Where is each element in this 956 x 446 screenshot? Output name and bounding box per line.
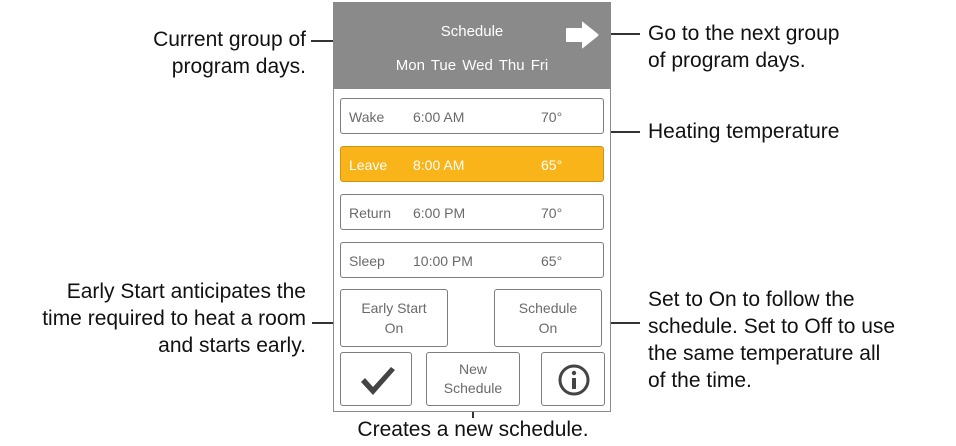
annotation-line: of program days. — [648, 49, 806, 72]
schedule-toggle-label: Schedule — [518, 300, 578, 316]
schedule-header: Schedule Mon Tue Wed Thu Fri — [334, 3, 610, 89]
annotation-line: Go to the next group — [648, 22, 840, 45]
period-temperature: 70° — [541, 205, 563, 221]
annotation-line: Early Start anticipates the — [66, 280, 306, 303]
period-temperature: 65° — [541, 253, 563, 269]
schedule-toggle-state: On — [538, 320, 558, 336]
program-days: Mon Tue Wed Thu Fri — [395, 57, 549, 74]
confirm-button[interactable] — [340, 352, 412, 406]
annotation-line: time required to heat a room — [42, 307, 306, 330]
period-time: 6:00 AM — [413, 109, 465, 125]
schedule-row-sleep[interactable]: Sleep 10:00 PM 65° — [340, 242, 604, 278]
annotation-line: and starts early. — [158, 334, 306, 357]
period-time: 8:00 AM — [413, 157, 465, 173]
annotation-heating-temperature: Heating temperature — [648, 120, 840, 143]
early-start-label: Early Start — [361, 300, 427, 316]
schedule-row-return[interactable]: Return 6:00 PM 70° — [340, 194, 604, 230]
new-schedule-label-line2: Schedule — [443, 380, 503, 396]
early-start-state: On — [384, 320, 404, 336]
annotation-next-group: Go to the next group of program days. — [648, 20, 938, 74]
leader-line — [606, 33, 640, 35]
annotation-current-group: Current group of program days. — [60, 26, 306, 80]
arrow-right-icon — [566, 21, 599, 49]
period-temperature: 65° — [541, 157, 563, 173]
annotation-line: the same temperature all — [648, 342, 881, 365]
early-start-toggle[interactable]: Early Start On — [340, 289, 448, 347]
info-icon — [558, 364, 590, 396]
next-group-button[interactable] — [564, 20, 602, 50]
period-time: 10:00 PM — [413, 253, 473, 269]
schedule-row-wake[interactable]: Wake 6:00 AM 70° — [340, 98, 604, 134]
annotation-new-schedule: Creates a new schedule. — [357, 418, 589, 441]
annotation-line: of the time. — [648, 369, 752, 392]
schedule-row-leave[interactable]: Leave 8:00 AM 65° — [340, 146, 604, 182]
info-button[interactable] — [541, 352, 605, 406]
annotation-line: schedule. Set to Off to use — [648, 315, 896, 338]
schedule-toggle[interactable]: Schedule On — [494, 289, 602, 347]
period-label: Leave — [349, 157, 388, 173]
annotation-schedule-toggle: Set to On to follow the schedule. Set to… — [648, 286, 953, 394]
annotation-line: Current group of — [153, 28, 306, 51]
period-label: Wake — [349, 109, 385, 125]
annotation-early-start: Early Start anticipates the time require… — [0, 278, 306, 359]
thermostat-screen: Schedule Mon Tue Wed Thu Fri Wake 6:00 A… — [333, 2, 611, 412]
new-schedule-button[interactable]: New Schedule — [426, 352, 520, 406]
annotation-line: program days. — [171, 55, 306, 78]
checkmark-icon — [361, 367, 395, 395]
period-temperature: 70° — [541, 109, 563, 125]
period-label: Sleep — [349, 253, 385, 269]
period-time: 6:00 PM — [413, 205, 466, 221]
new-schedule-label-line1: New — [458, 361, 487, 377]
annotation-line: Set to On to follow the — [648, 288, 855, 311]
period-label: Return — [349, 205, 392, 221]
